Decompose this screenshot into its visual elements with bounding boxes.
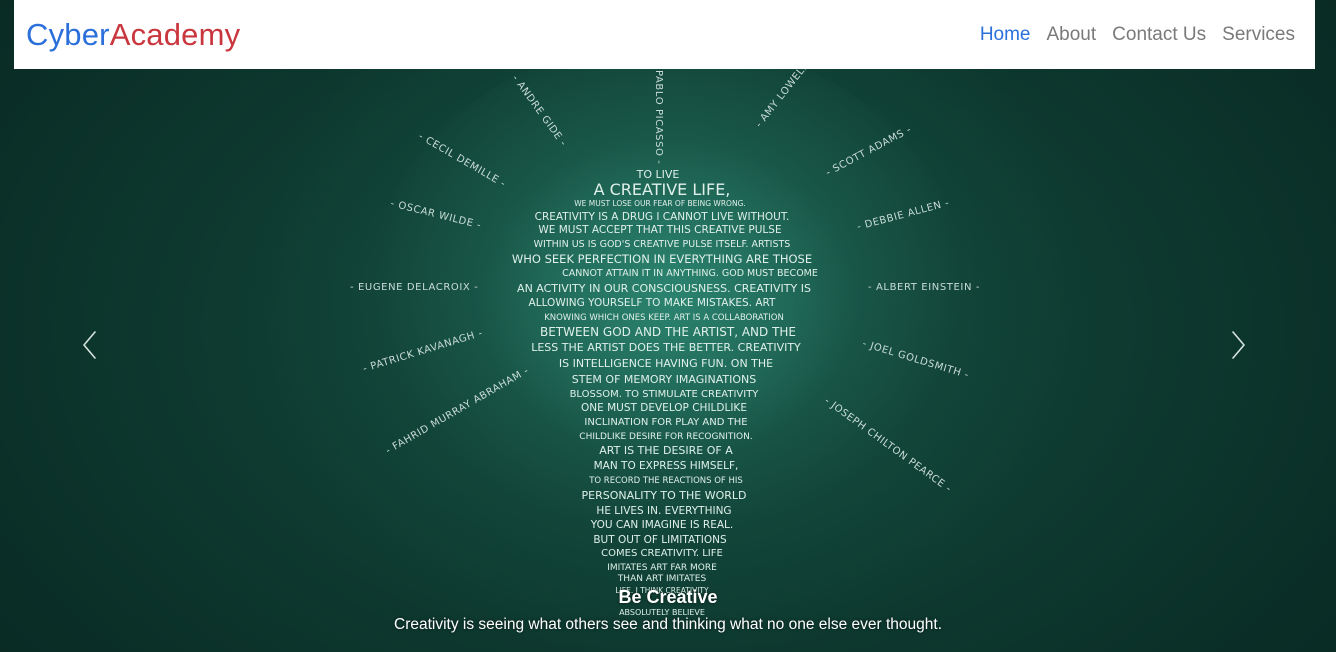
page: - ANDRE GIDE - PABLO PICASSO - - AMY LOW… (0, 0, 1336, 652)
bulb-line: ALLOWING YOURSELF TO MAKE MISTAKES. ART (529, 297, 776, 309)
bulb-line: HE LIVES IN. EVERYTHING (596, 505, 731, 517)
hero-carousel: - ANDRE GIDE - PABLO PICASSO - - AMY LOW… (0, 0, 1336, 652)
bulb-line: CHILDLIKE DESIRE FOR RECOGNITION. (579, 432, 752, 442)
brand-name-part1: Cyber (26, 17, 110, 52)
bulb-line: BLOSSOM. TO STIMULATE CREATIVITY (570, 389, 760, 400)
ray-author: - ALBERT EINSTEIN - (868, 282, 980, 293)
bulb-line: WHO SEEK PERFECTION IN EVERYTHING ARE TH… (512, 252, 812, 266)
carousel-caption: Be Creative Creativity is seeing what ot… (0, 583, 1336, 635)
carousel-slide-image: - ANDRE GIDE - PABLO PICASSO - - AMY LOW… (350, 40, 980, 617)
nav-link-home[interactable]: Home (972, 25, 1039, 44)
bulb-line: IS INTELLIGENCE HAVING FUN. ON THE (559, 357, 773, 370)
bulb-line: LESS THE ARTIST DOES THE BETTER. CREATIV… (531, 341, 801, 354)
bulb-line: COMES CREATIVITY. LIFE (601, 548, 723, 559)
caption-title: Be Creative (618, 587, 718, 607)
bulb-line: CANNOT ATTAIN IT IN ANYTHING. GOD MUST B… (562, 268, 818, 279)
carousel-prev-button[interactable] (70, 325, 110, 365)
bulb-line: PERSONALITY TO THE WORLD (581, 489, 746, 502)
nav-link-contact-us[interactable]: Contact Us (1104, 25, 1214, 44)
chevron-left-icon (83, 331, 96, 359)
bulb-line: BETWEEN GOD AND THE ARTIST, AND THE (540, 325, 796, 339)
nav-links: Home About Contact Us Services (972, 25, 1303, 44)
bulb-line: WE MUST ACCEPT THAT THIS CREATIVE PULSE (538, 224, 781, 236)
bulb-line: WITHIN US IS GOD'S CREATIVE PULSE ITSELF… (534, 239, 791, 250)
ray-author: - EUGENE DELACROIX - (350, 282, 478, 293)
bulb-line: IMITATES ART FAR MORE (607, 563, 717, 573)
ray-author: PABLO PICASSO - (653, 70, 664, 165)
bulb-line: CREATIVITY IS A DRUG I CANNOT LIVE WITHO… (535, 211, 790, 223)
nav-link-about[interactable]: About (1039, 25, 1105, 44)
bulb-line: AN ACTIVITY IN OUR CONSCIOUSNESS. CREATI… (517, 282, 811, 295)
bulb-line: YOU CAN IMAGINE IS REAL. (590, 519, 733, 531)
bulb-line: BUT OUT OF LIMITATIONS (593, 534, 727, 546)
bulb-line: TO RECORD THE REACTIONS OF HIS (588, 476, 743, 486)
bulb-line: INCLINATION FOR PLAY AND THE (584, 417, 747, 428)
brand-logo-link[interactable]: CyberAcademy (26, 19, 240, 50)
bulb-line: MAN TO EXPRESS HIMSELF, (594, 460, 739, 472)
bulb-line: KNOWING WHICH ONES KEEP. ART IS A COLLAB… (544, 313, 784, 323)
bulb-line: STEM OF MEMORY IMAGINATIONS (572, 373, 756, 386)
bulb-line: ART IS THE DESIRE OF A (599, 444, 733, 457)
caption-text: Creativity is seeing what others see and… (394, 616, 942, 633)
carousel-next-button[interactable] (1218, 325, 1258, 365)
bulb-line: WE MUST LOSE OUR FEAR OF BEING WRONG. (574, 199, 746, 208)
bulb-line: A CREATIVE LIFE, (594, 180, 731, 199)
nav-link-services[interactable]: Services (1214, 25, 1303, 44)
chevron-right-icon (1232, 331, 1245, 359)
top-navbar: CyberAcademy Home About Contact Us Servi… (14, 0, 1315, 69)
bulb-line: ONE MUST DEVELOP CHILDLIKE (581, 402, 747, 414)
brand-name-part2: Academy (109, 17, 241, 52)
